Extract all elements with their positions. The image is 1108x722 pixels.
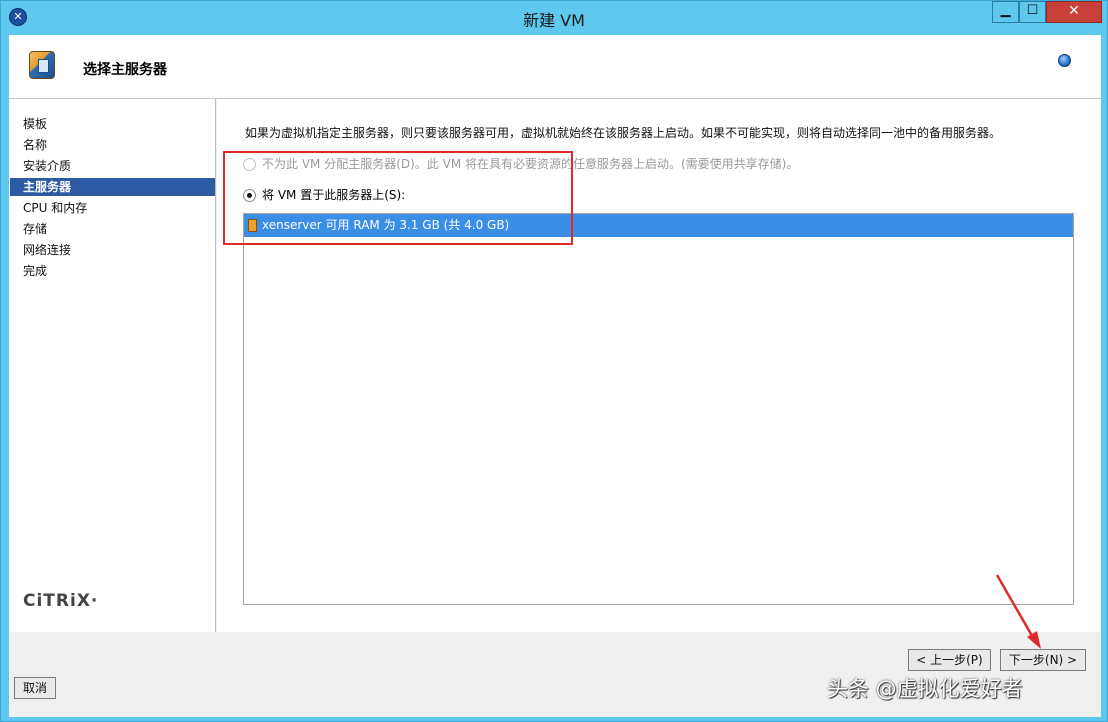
close-icon: ✕ xyxy=(1068,3,1080,19)
sidebar-item-install-media[interactable]: 安装介质 xyxy=(10,157,215,175)
annotation-highlight-box xyxy=(223,151,573,245)
title-bar[interactable]: ✕ 新建 VM ▁ ☐ ✕ xyxy=(1,1,1107,35)
wizard-steps-sidebar: 模板 名称 安装介质 主服务器 CPU 和内存 存储 网络连接 完成 CiTRi… xyxy=(9,99,216,632)
sidebar-item-name[interactable]: 名称 xyxy=(10,136,215,154)
maximize-icon: ☐ xyxy=(1026,3,1039,18)
sidebar-item-template[interactable]: 模板 xyxy=(10,115,215,133)
minimize-icon: ▁ xyxy=(1000,3,1011,18)
sidebar-item-home-server[interactable]: 主服务器 xyxy=(10,178,215,196)
citrix-logo: CiTRiX· xyxy=(23,591,99,611)
description-text: 如果为虚拟机指定主服务器，则只要该服务器可用，虚拟机就始终在该服务器上启动。如果… xyxy=(245,126,1002,140)
previous-button[interactable]: < 上一步(P) xyxy=(908,649,991,671)
sidebar-item-finish[interactable]: 完成 xyxy=(10,262,215,280)
page-title: 选择主服务器 xyxy=(83,62,167,78)
wizard-client-area: 选择主服务器 模板 名称 安装介质 主服务器 CPU 和内存 存储 网络连接 完… xyxy=(9,35,1101,717)
sidebar-item-storage[interactable]: 存储 xyxy=(10,220,215,238)
sidebar-item-cpu-memory[interactable]: CPU 和内存 xyxy=(10,199,215,217)
watermark-text: 头条 @虚拟化爱好者 xyxy=(827,677,1023,701)
help-icon[interactable] xyxy=(1058,54,1071,67)
maximize-button[interactable]: ☐ xyxy=(1019,1,1046,23)
sidebar-item-networking[interactable]: 网络连接 xyxy=(10,241,215,259)
minimize-button[interactable]: ▁ xyxy=(992,1,1019,23)
server-icon xyxy=(29,51,55,79)
cancel-button[interactable]: 取消 xyxy=(14,677,56,699)
wizard-header: 选择主服务器 xyxy=(9,35,1101,99)
next-button[interactable]: 下一步(N) > xyxy=(1000,649,1086,671)
server-list[interactable]: xenserver 可用 RAM 为 3.1 GB (共 4.0 GB) xyxy=(243,213,1074,605)
annotation-arrow-icon xyxy=(995,574,1041,649)
window-title: 新建 VM xyxy=(523,11,585,30)
wizard-window: ✕ 新建 VM ▁ ☐ ✕ 选择主服务器 模板 名称 安装介质 主服务器 CPU… xyxy=(0,0,1108,722)
close-button[interactable]: ✕ xyxy=(1046,1,1102,23)
